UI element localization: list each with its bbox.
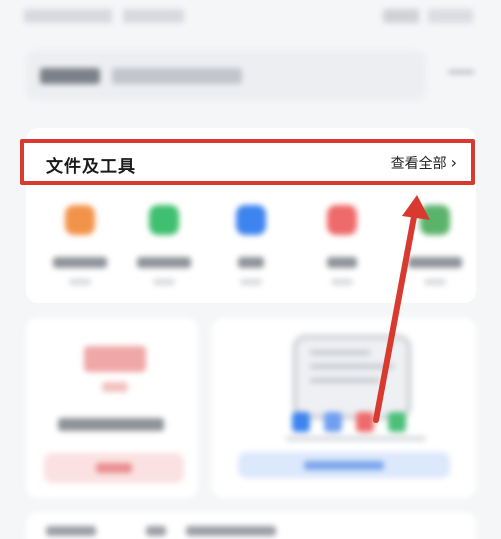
tool-label [408, 257, 462, 268]
device-illustration [292, 334, 412, 420]
tool-count [424, 279, 446, 285]
tool-count [69, 279, 91, 285]
promo-button[interactable] [44, 453, 184, 483]
promo-highlight-text [84, 346, 146, 372]
file-type-icon [324, 412, 342, 432]
tool-item-folder[interactable] [47, 205, 113, 295]
chevron-right-icon: › [450, 153, 457, 172]
view-all-link[interactable]: 查看全部 › [391, 153, 457, 173]
tool-label [53, 257, 107, 268]
status-indicators [383, 9, 473, 23]
search-scope-label [40, 68, 100, 84]
file-type-icon [356, 412, 374, 432]
status-bar [0, 0, 501, 38]
files-and-tools-header: 文件及工具 查看全部 › [20, 139, 475, 185]
tool-item-chat-file[interactable] [131, 205, 197, 295]
promo-panel-right[interactable] [212, 318, 476, 498]
more-options-icon[interactable] [448, 70, 474, 74]
search-placeholder [112, 68, 242, 84]
tool-count [331, 279, 353, 285]
chat-file-icon [149, 205, 179, 235]
section-title: 文件及工具 [46, 157, 136, 177]
album-icon [420, 205, 450, 235]
tool-label [327, 257, 357, 268]
promo-description [58, 418, 164, 431]
promo-subtext [102, 382, 128, 392]
tool-item-video[interactable] [309, 205, 375, 295]
promo-action-button[interactable] [238, 452, 450, 478]
tool-label [137, 257, 191, 268]
tool-item-album[interactable] [402, 205, 468, 295]
file-type-icon [388, 412, 406, 432]
search-bar[interactable] [26, 50, 426, 100]
image-icon [236, 205, 266, 235]
tool-count [240, 279, 262, 285]
tool-label [238, 257, 264, 268]
file-type-icon [292, 412, 310, 432]
folder-icon [65, 205, 95, 235]
video-icon [327, 205, 357, 235]
status-carrier-text [24, 9, 184, 23]
promo-caption [286, 436, 426, 441]
promo-panel-left[interactable] [26, 318, 198, 498]
tool-count [153, 279, 175, 285]
view-all-label: 查看全部 [390, 156, 447, 172]
tool-item-image[interactable] [218, 205, 284, 295]
bottom-section [26, 512, 476, 539]
